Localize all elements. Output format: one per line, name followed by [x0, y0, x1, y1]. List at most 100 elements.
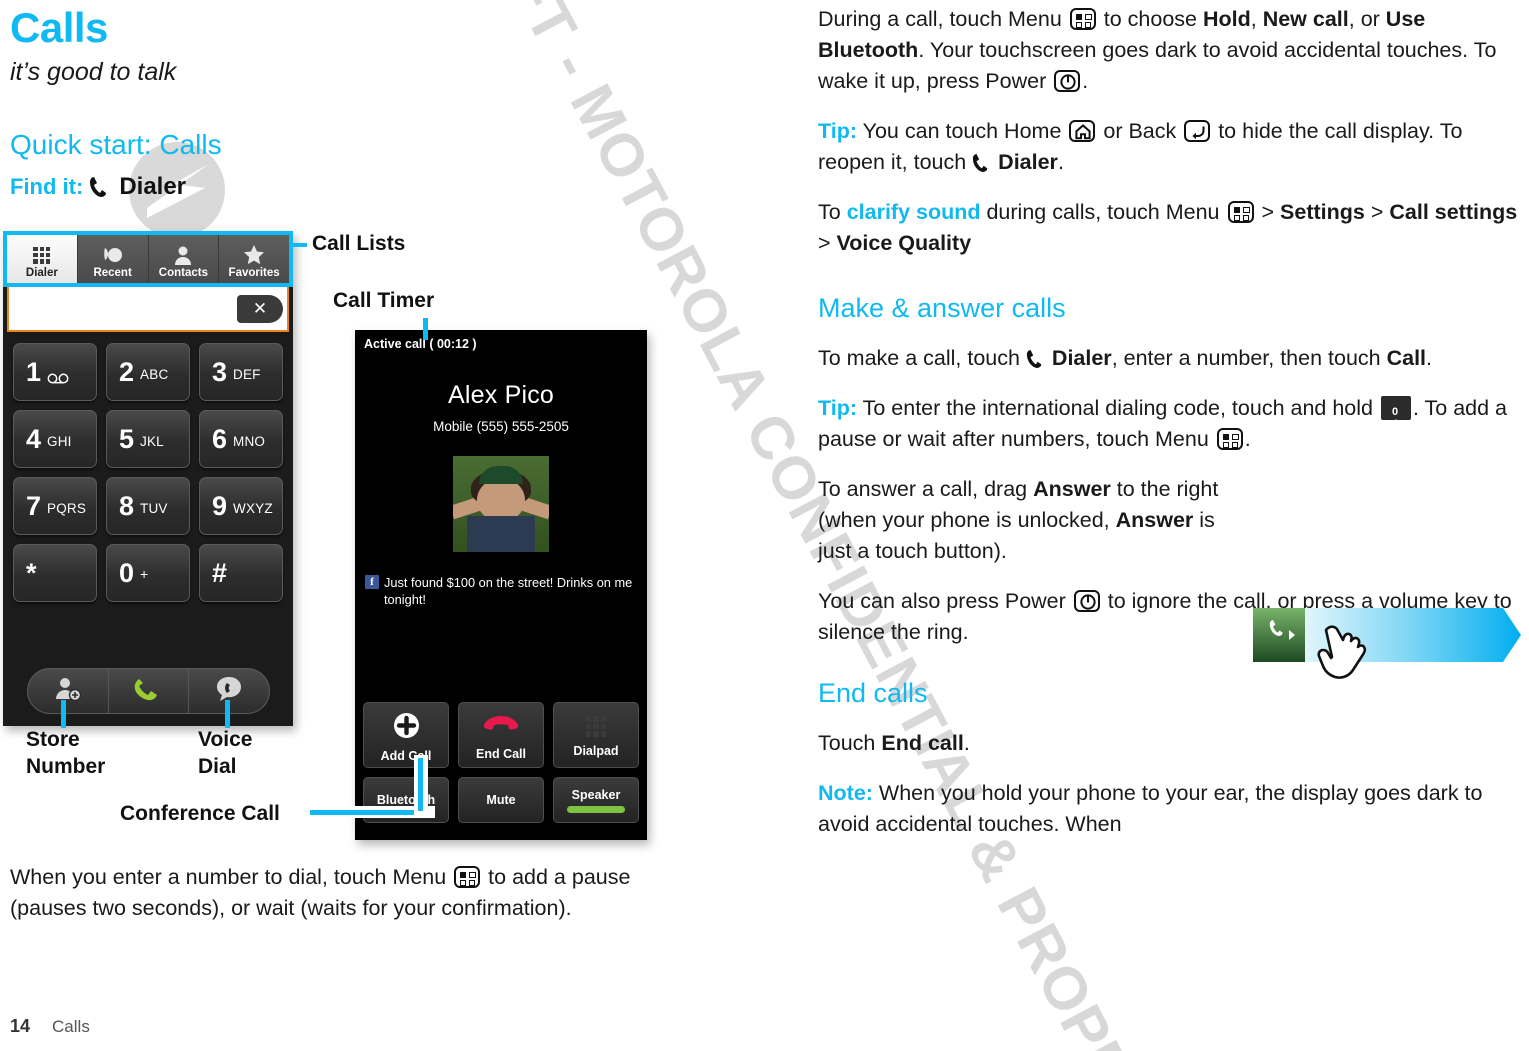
tab-contacts-label: Contacts [158, 267, 208, 279]
tab-recent[interactable]: Recent [77, 235, 149, 283]
mute-button[interactable]: Mute [458, 777, 544, 823]
text-run: During a call, touch Menu [818, 7, 1068, 31]
paragraph-answer-call: To answer a call, drag Answer to the rig… [818, 474, 1238, 567]
key-hash[interactable]: # [199, 544, 283, 602]
key-8[interactable]: 8 TUV [106, 477, 190, 535]
term-call: Call [1386, 346, 1427, 370]
phone-number-input[interactable]: ✕ [7, 287, 289, 332]
key-3[interactable]: 3 DEF [199, 343, 283, 401]
callout-call-timer: Call Timer [333, 289, 435, 312]
zero-key-icon: 0 + [1380, 396, 1411, 428]
tip-lead: Tip: [818, 396, 858, 420]
call-button[interactable] [109, 669, 190, 713]
key-digit: 2 [119, 356, 135, 387]
recent-calls-icon [102, 245, 124, 265]
dialpad-button[interactable]: Dialpad [553, 702, 639, 768]
call-lists-tabbar: Dialer Recent Contacts Favorites [3, 231, 293, 287]
page-title: Calls [10, 4, 108, 51]
paragraph-touch-end-call: Touch End call. [818, 728, 1523, 759]
key-letters: JKL [140, 434, 164, 449]
key-digit: * [26, 557, 37, 588]
green-handset-icon [132, 676, 166, 707]
callout-store-number: Store Number [26, 726, 105, 780]
text-run: , [1250, 7, 1263, 31]
phone-handset-icon [1026, 347, 1046, 369]
key-digit: 4 [26, 423, 42, 454]
menu-key-icon [1069, 8, 1096, 30]
callout-voice-dial-line1: Voice [198, 728, 253, 751]
text-run: . Your touchscreen goes dark to avoid ac… [818, 38, 1497, 93]
contact-person-icon [175, 245, 192, 265]
tab-dialer[interactable]: Dialer [7, 235, 78, 283]
text-run: When you hold your phone to your ear, th… [818, 781, 1483, 836]
phone-handset-icon [972, 151, 992, 173]
backspace-icon[interactable]: ✕ [237, 295, 283, 323]
end-call-label: End Call [475, 747, 526, 761]
key-9[interactable]: 9 WXYZ [199, 477, 283, 535]
store-number-button[interactable] [28, 669, 109, 713]
speaker-label: Speaker [571, 787, 621, 802]
page-footer: 14 Calls [10, 1016, 90, 1037]
key-1[interactable]: 1 [13, 343, 97, 401]
home-key-icon [1069, 120, 1096, 142]
text-run: . [1244, 427, 1251, 451]
key-letters: ABC [140, 367, 169, 382]
key-star[interactable]: * [13, 544, 97, 602]
text-run: , enter a number, then touch [1111, 346, 1387, 370]
tab-dialer-label: Dialer [25, 267, 58, 279]
text-run: . [1082, 69, 1089, 93]
key-digit: 7 [26, 490, 42, 521]
text-run: To enter the international dialing code,… [857, 396, 1379, 420]
social-status-line: f Just found $100 on the street! Drinks … [365, 574, 635, 608]
key-2[interactable]: 2 ABC [106, 343, 190, 401]
page-subtitle: it’s good to talk [10, 58, 177, 86]
menu-key-icon [1216, 428, 1243, 450]
answer-slider-illustration [1243, 598, 1523, 718]
heading-make-answer-calls: Make & answer calls [818, 293, 1066, 323]
term-hold: Hold [1202, 7, 1251, 31]
text-run: To answer a call, drag [818, 477, 1034, 501]
dialpad-keys: 1 2 ABC 3 DEF 4 GHI 5 JKL 6 MNO 7 PQRS 8… [3, 337, 293, 617]
dialpad-row: 4 GHI 5 JKL 6 MNO [13, 410, 283, 468]
callout-line-voice-dial [225, 700, 230, 728]
callout-line-conference-v [418, 758, 423, 811]
text-run: Touch [818, 731, 882, 755]
speaker-button[interactable]: Speaker [553, 777, 639, 823]
tab-favorites-label: Favorites [228, 267, 280, 279]
tab-favorites[interactable]: Favorites [219, 235, 289, 283]
key-letters: MNO [233, 434, 266, 449]
key-digit: 0 [119, 557, 135, 588]
paragraph-note-ear: Note: When you hold your phone to your e… [818, 778, 1523, 840]
facebook-icon: f [365, 575, 379, 589]
tab-recent-label: Recent [93, 267, 132, 279]
key-6[interactable]: 6 MNO [199, 410, 283, 468]
callout-voice-dial: Voice Dial [198, 726, 252, 780]
key-4[interactable]: 4 GHI [13, 410, 97, 468]
key-0[interactable]: 0 + [106, 544, 190, 602]
callout-store-number-line2: Number [26, 755, 106, 778]
in-call-row-1: Add Call End Call Dialpad [363, 702, 639, 768]
key-digit: 6 [212, 423, 228, 454]
key-5[interactable]: 5 JKL [106, 410, 190, 468]
power-key-icon [1073, 590, 1100, 612]
caller-avatar [453, 456, 549, 552]
star-icon [243, 245, 265, 265]
key-digit: # [212, 557, 228, 588]
add-call-button[interactable]: Add Call [363, 702, 449, 768]
key-7[interactable]: 7 PQRS [13, 477, 97, 535]
dialpad-row: 7 PQRS 8 TUV 9 WXYZ [13, 477, 283, 535]
key-digit: 9 [212, 490, 228, 521]
phone-handset-icon [89, 176, 109, 198]
key-plus: + [140, 566, 149, 582]
caller-name: Alex Pico [447, 381, 554, 409]
social-status-text: Just found $100 on the street! Drinks on… [384, 575, 633, 607]
paragraph-during-call: During a call, touch Menu to choose Hold… [818, 4, 1523, 97]
dialpad-label: Dialpad [573, 744, 619, 758]
find-it-line: Find it: Dialer [10, 173, 800, 201]
term-new-call: New call [1262, 7, 1349, 31]
manual-page: DRAFT - MOTOROLA CONFIDENTIAL & PROPRIET… [0, 0, 1529, 1051]
paragraph-clarify-sound: To clarify sound during calls, touch Men… [818, 197, 1523, 259]
key-letters: WXYZ [233, 501, 273, 516]
end-call-button[interactable]: End Call [458, 702, 544, 768]
tab-contacts[interactable]: Contacts [148, 235, 220, 283]
